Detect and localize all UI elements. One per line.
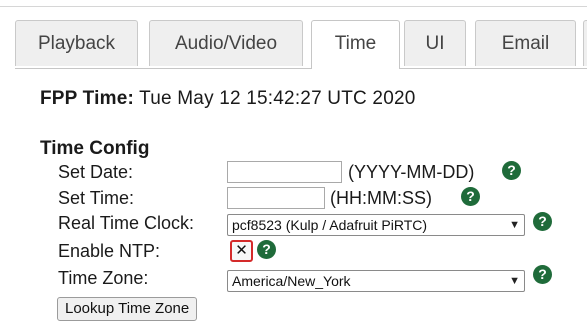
rtc-selected-value: pcf8523 (Kulp / Adafruit PiRTC) — [232, 217, 428, 233]
timezone-label: Time Zone: — [58, 268, 149, 288]
set-time-input[interactable] — [227, 187, 325, 209]
time-config-title: Time Config — [40, 138, 150, 159]
set-date-format-hint: (YYYY-MM-DD) — [348, 162, 475, 182]
timezone-selected-value: America/New_York — [232, 273, 351, 289]
fpp-time-label: FPP Time: — [40, 88, 135, 109]
timezone-select[interactable]: America/New_York ▼ — [227, 270, 525, 292]
ntp-label: Enable NTP: — [58, 241, 161, 261]
timezone-help-icon[interactable]: ? — [533, 265, 552, 284]
ntp-checkbox[interactable]: ✕ — [230, 240, 253, 262]
set-time-help-icon[interactable]: ? — [461, 187, 480, 206]
chevron-down-icon: ▼ — [509, 219, 520, 231]
set-date-label: Set Date: — [58, 162, 134, 182]
set-time-label: Set Time: — [58, 188, 135, 208]
fpp-time-row: FPP Time: Tue May 12 15:42:27 UTC 2020 — [40, 88, 416, 110]
lookup-timezone-button[interactable]: Lookup Time Zone — [57, 297, 198, 321]
chevron-down-icon: ▼ — [509, 275, 520, 287]
rtc-help-icon[interactable]: ? — [533, 212, 552, 231]
fpp-time-value: Tue May 12 15:42:27 UTC 2020 — [139, 88, 416, 109]
set-date-help-icon[interactable]: ? — [502, 161, 521, 180]
tab-audio-video[interactable]: Audio/Video — [149, 20, 303, 66]
tab-email[interactable]: Email — [475, 20, 576, 66]
ntp-help-icon[interactable]: ? — [257, 240, 276, 259]
rtc-select[interactable]: pcf8523 (Kulp / Adafruit PiRTC) ▼ — [227, 214, 525, 236]
tab-bar: Playback Audio/Video Time UI Email — [15, 20, 587, 69]
tab-time[interactable]: Time — [311, 20, 400, 69]
top-divider — [0, 6, 587, 7]
tab-overflow[interactable] — [583, 20, 587, 66]
checkmark-x-icon: ✕ — [235, 242, 248, 259]
set-time-format-hint: (HH:MM:SS) — [330, 188, 432, 208]
rtc-label: Real Time Clock: — [58, 213, 195, 233]
tab-playback[interactable]: Playback — [15, 20, 138, 66]
set-date-input[interactable] — [227, 161, 342, 183]
tab-ui[interactable]: UI — [404, 20, 466, 66]
